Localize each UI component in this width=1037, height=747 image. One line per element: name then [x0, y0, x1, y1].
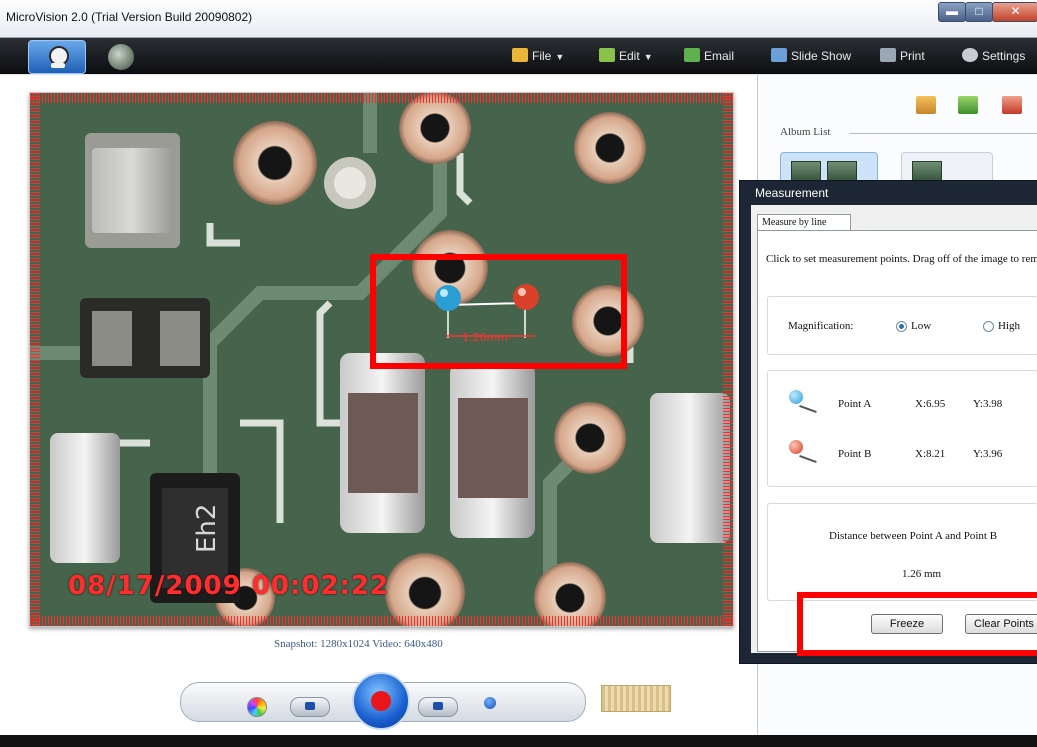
add-album-icon[interactable] [958, 96, 978, 114]
slideshow-icon [771, 48, 787, 62]
measure-tool-icon[interactable] [108, 44, 134, 70]
point-a-pin-icon [789, 390, 803, 404]
highlight-box-buttons [797, 592, 1037, 656]
snapshot-left-button[interactable] [290, 697, 330, 717]
import-icon[interactable] [916, 96, 936, 114]
point-b-x: X:8.21 [915, 448, 946, 460]
resolution-caption: Snapshot: 1280x1024 Video: 640x480 [274, 638, 443, 650]
edit-icon [599, 48, 615, 62]
title-bar: MicroVision 2.0 (Trial Version Build 200… [0, 0, 1037, 38]
tab-measure-by-line[interactable]: Measure by line [757, 214, 851, 230]
magnification-label: Magnification: [788, 320, 854, 332]
magnification-low-label: Low [911, 320, 932, 332]
record-icon [371, 691, 391, 711]
window-title: MicroVision 2.0 (Trial Version Build 200… [6, 10, 253, 24]
print-button[interactable]: Print [880, 45, 925, 67]
magnification-high-label: High [998, 320, 1020, 332]
svg-text:Eh2: Eh2 [192, 504, 222, 553]
distance-label: Distance between Point A and Point B [829, 530, 998, 542]
video-dot-button[interactable] [484, 697, 496, 709]
slideshow-button[interactable]: Slide Show [771, 45, 851, 67]
folder-icon [512, 48, 528, 62]
point-a-label: Point A [838, 398, 872, 410]
magnification-low-radio[interactable] [896, 321, 907, 332]
minimize-button[interactable]: ▬ [938, 2, 966, 22]
album-list-label: Album List [780, 126, 831, 138]
microscope-camera-button[interactable] [28, 40, 86, 74]
point-b-label: Point B [838, 448, 872, 460]
point-b-y: Y:3.96 [973, 448, 1003, 460]
camera-icon [305, 702, 315, 710]
highlight-box-measurement [370, 254, 627, 369]
main-toolbar: File ▼ Edit ▼ Email Slide Show Print Setti… [0, 38, 1037, 74]
snapshot-right-button[interactable] [418, 697, 458, 717]
close-button[interactable]: ✕ [992, 2, 1037, 22]
record-button[interactable] [352, 672, 410, 730]
file-menu[interactable]: File ▼ [512, 45, 564, 67]
status-bar [0, 735, 1037, 747]
points-group [767, 370, 1037, 487]
distance-group [767, 503, 1037, 601]
maximize-button[interactable]: □ [965, 2, 993, 22]
printer-icon [880, 48, 896, 62]
email-button[interactable]: Email [684, 45, 734, 67]
gear-icon [962, 48, 978, 62]
measurement-instructions: Click to set measurement points. Drag of… [766, 254, 1037, 265]
magnification-high-radio[interactable] [983, 321, 994, 332]
capture-timestamp: 08/17/2009 00:02:22 [68, 571, 390, 601]
dialog-title: Measurement [755, 186, 829, 200]
delete-album-icon[interactable] [1002, 96, 1022, 114]
edit-menu[interactable]: Edit ▼ [599, 45, 653, 67]
email-icon [684, 48, 700, 62]
ruler-icon[interactable] [601, 685, 671, 712]
distance-value: 1.26 mm [902, 568, 942, 580]
point-a-x: X:6.95 [915, 398, 946, 410]
settings-button[interactable]: Settings [962, 45, 1025, 67]
point-b-pin-icon [789, 440, 803, 454]
camera-icon [433, 702, 443, 710]
color-wheel-icon[interactable] [247, 697, 267, 717]
point-a-y: Y:3.98 [973, 398, 1003, 410]
